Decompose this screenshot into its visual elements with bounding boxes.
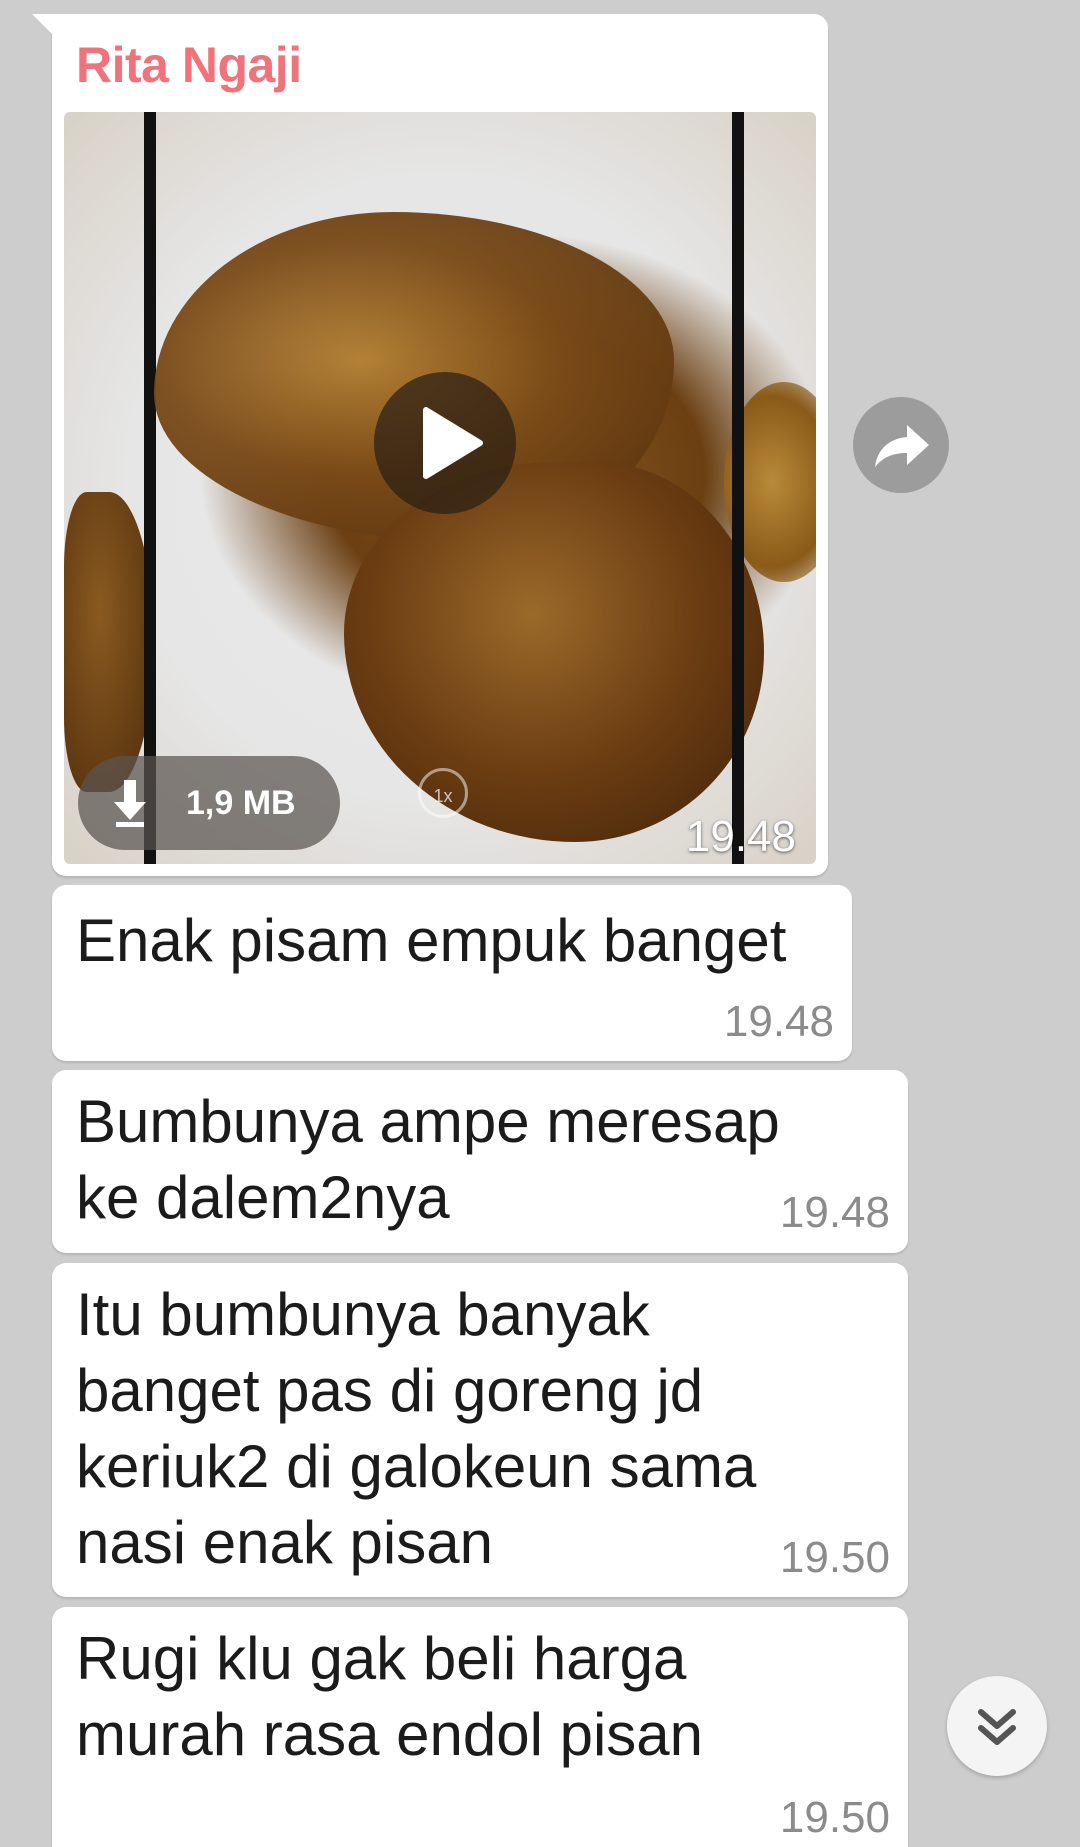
message-bubble[interactable]: Bumbunya ampe meresap ke dalem2nya 19.48 — [52, 1070, 908, 1253]
thumbnail-letterbox-right — [732, 112, 744, 864]
message-timestamp: 19.50 — [779, 1533, 890, 1582]
video-thumbnail[interactable]: 1,9 MB 1x 19.48 — [64, 112, 816, 864]
message-timestamp: 19.50 — [779, 1793, 890, 1842]
message-timestamp: 19.48 — [723, 997, 834, 1046]
share-arrow-icon — [875, 425, 929, 467]
play-button[interactable] — [374, 372, 516, 514]
video-message-bubble[interactable]: Rita Ngaji 1,9 MB 1x 19.48 — [32, 14, 828, 876]
file-size-label: 1,9 MB — [186, 784, 296, 822]
thumbnail-food-bottom — [344, 462, 764, 842]
double-chevron-down-icon — [978, 1709, 1016, 1745]
message-text: Enak pisam empuk banget — [76, 907, 787, 974]
message-text: Rugi klu gak beli harga murah rasa endol… — [76, 1625, 704, 1768]
playback-speed-badge: 1x — [418, 768, 468, 818]
message-bubble[interactable]: Enak pisam empuk banget 19.48 — [52, 885, 852, 1061]
thumbnail-letterbox-left — [144, 112, 156, 864]
play-icon — [423, 407, 483, 479]
message-timestamp: 19.48 — [779, 1188, 890, 1237]
message-text: Itu bumbunya banyak banget pas di goreng… — [76, 1281, 757, 1576]
video-timestamp: 19.48 — [685, 812, 796, 861]
share-button[interactable] — [853, 397, 949, 493]
download-arrow-icon — [114, 780, 146, 827]
message-bubble[interactable]: Rugi klu gak beli harga murah rasa endol… — [52, 1607, 908, 1847]
thumbnail-food-left — [64, 492, 154, 792]
download-button[interactable]: 1,9 MB — [78, 756, 340, 850]
message-text: Bumbunya ampe meresap ke dalem2nya — [76, 1088, 780, 1231]
message-bubble[interactable]: Itu bumbunya banyak banget pas di goreng… — [52, 1263, 908, 1597]
bubble-tail — [32, 14, 54, 36]
sender-name[interactable]: Rita Ngaji — [76, 36, 302, 94]
scroll-to-bottom-button[interactable] — [947, 1676, 1047, 1776]
